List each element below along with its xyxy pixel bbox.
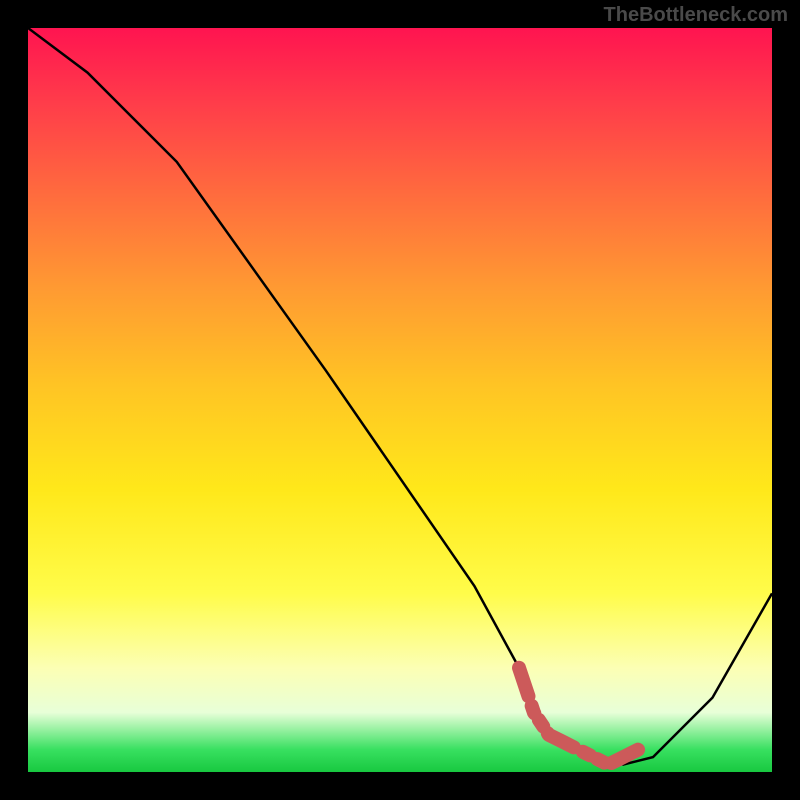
curve-svg (28, 28, 772, 772)
sweet-spot-dot (632, 744, 644, 756)
sweet-spot-dot (617, 751, 629, 763)
plot-area (28, 28, 772, 772)
watermark-text: TheBottleneck.com (604, 4, 788, 27)
chart-container: TheBottleneck.com (0, 0, 800, 800)
sweet-spot-markers (519, 668, 644, 765)
sweet-spot-line (519, 668, 638, 765)
bottleneck-curve (28, 28, 772, 765)
